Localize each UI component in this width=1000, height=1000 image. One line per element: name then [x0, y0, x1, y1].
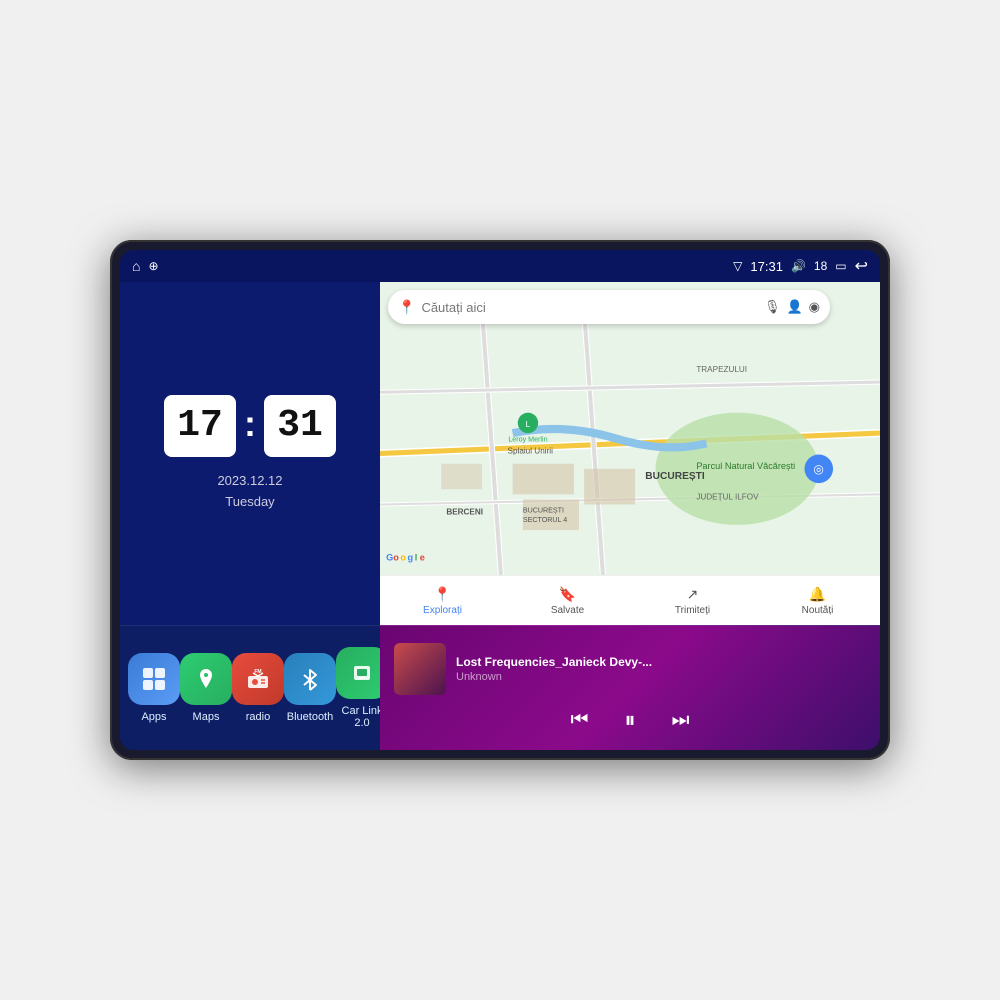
signal-strength: 18 — [814, 259, 827, 273]
svg-text:BUCUREȘTI: BUCUREȘTI — [523, 507, 564, 515]
main-content: 17 : 31 2023.12.12 Tuesday — [120, 282, 880, 750]
radio-icon: FM — [232, 653, 284, 705]
prev-button[interactable]: ⏮ — [564, 708, 594, 732]
share-label: Trimiteți — [675, 605, 710, 616]
music-player: Lost Frequencies_Janieck Devy-... Unknow… — [380, 625, 880, 750]
news-icon: 🔔 — [809, 586, 826, 603]
app-item-apps[interactable]: Apps — [128, 653, 180, 723]
music-info: Lost Frequencies_Janieck Devy-... Unknow… — [456, 655, 866, 683]
back-icon[interactable]: ↩ — [855, 256, 868, 276]
nav-explore[interactable]: 📍 Explorați — [380, 586, 505, 616]
svg-text:JUDEȚUL ILFOV: JUDEȚUL ILFOV — [696, 492, 759, 501]
bluetooth-icon — [284, 653, 336, 705]
clock-minutes: 31 — [264, 395, 336, 457]
map-area[interactable]: BUCUREȘTI JUDEȚUL ILFOV BERCENI TRAPEZUL… — [380, 282, 880, 625]
explore-label: Explorați — [423, 605, 462, 616]
screen: ⌂ ⊕ ▽ 17:31 🔊 18 ▭ ↩ 17 : — [120, 250, 880, 750]
maps-label: Maps — [193, 711, 220, 723]
clock-separator: : — [244, 403, 256, 445]
music-top: Lost Frequencies_Janieck Devy-... Unknow… — [394, 643, 866, 695]
svg-text:G: G — [386, 553, 393, 563]
svg-text:TRAPEZULUI: TRAPEZULUI — [696, 365, 747, 374]
clock-hours: 17 — [164, 395, 236, 457]
svg-text:Parcul Natural Văcărești: Parcul Natural Văcărești — [696, 461, 795, 471]
svg-text:L: L — [526, 420, 531, 429]
album-art-inner — [394, 643, 446, 695]
nav-saved[interactable]: 🔖 Salvate — [505, 586, 630, 616]
svg-text:Leroy Merlin: Leroy Merlin — [508, 435, 547, 443]
status-bar: ⌂ ⊕ ▽ 17:31 🔊 18 ▭ ↩ — [120, 250, 880, 282]
app-item-bluetooth[interactable]: Bluetooth — [284, 653, 336, 723]
news-label: Noutăți — [802, 605, 834, 616]
clock-date-text: 2023.12.12 — [217, 471, 282, 492]
nav-news[interactable]: 🔔 Noutăți — [755, 586, 880, 616]
bluetooth-label: Bluetooth — [287, 711, 333, 723]
album-art — [394, 643, 446, 695]
svg-text:FM: FM — [254, 669, 261, 675]
saved-icon: 🔖 — [559, 586, 576, 603]
left-panel: 17 : 31 2023.12.12 Tuesday — [120, 282, 380, 750]
svg-text:o: o — [400, 553, 406, 563]
volume-icon: 🔊 — [791, 259, 806, 273]
svg-text:l: l — [415, 553, 418, 563]
map-nav-bar: 📍 Explorați 🔖 Salvate ↗ Trimiteți 🔔 — [380, 575, 880, 625]
svg-text:Splaiul Unirii: Splaiul Unirii — [508, 447, 554, 456]
app-item-radio[interactable]: FM radio — [232, 653, 284, 723]
saved-label: Salvate — [551, 605, 584, 616]
radio-label: radio — [246, 711, 270, 723]
clock-display: 17 : 31 — [164, 395, 336, 457]
layers-icon[interactable]: ◉ — [809, 299, 820, 315]
device: ⌂ ⊕ ▽ 17:31 🔊 18 ▭ ↩ 17 : — [110, 240, 890, 760]
location-icon[interactable]: ⊕ — [148, 260, 158, 272]
svg-text:g: g — [408, 553, 414, 563]
clock-date: 2023.12.12 Tuesday — [217, 471, 282, 513]
battery-icon: ▭ — [835, 259, 846, 273]
svg-text:SECTORUL 4: SECTORUL 4 — [523, 516, 567, 524]
clock-day-text: Tuesday — [217, 492, 282, 513]
svg-text:BUCUREȘTI: BUCUREȘTI — [645, 471, 705, 482]
svg-text:◎: ◎ — [813, 462, 824, 476]
nav-share[interactable]: ↗ Trimiteți — [630, 586, 755, 616]
play-pause-button[interactable]: ⏸ — [618, 707, 641, 733]
music-title: Lost Frequencies_Janieck Devy-... — [456, 655, 866, 669]
svg-text:e: e — [420, 553, 425, 563]
account-icon[interactable]: 👤 — [786, 299, 802, 315]
search-placeholder: Căutați aici — [421, 300, 485, 315]
explore-icon: 📍 — [434, 586, 451, 603]
share-icon: ↗ — [687, 586, 699, 603]
music-artist: Unknown — [456, 671, 866, 683]
app-item-maps[interactable]: Maps — [180, 653, 232, 723]
home-icon[interactable]: ⌂ — [132, 259, 140, 273]
signal-icon: ▽ — [733, 259, 742, 273]
apps-label: Apps — [141, 711, 166, 723]
next-button[interactable]: ⏭ — [666, 708, 696, 732]
right-panel: BUCUREȘTI JUDEȚUL ILFOV BERCENI TRAPEZUL… — [380, 282, 880, 750]
svg-text:o: o — [393, 553, 399, 563]
map-search-bar[interactable]: 📍 Căutați aici 🎙 👤 ◉ — [388, 290, 830, 324]
clock-widget: 17 : 31 2023.12.12 Tuesday — [120, 282, 380, 625]
svg-text:BERCENI: BERCENI — [446, 508, 483, 517]
apps-icon — [128, 653, 180, 705]
map-pin-icon: 📍 — [398, 299, 415, 316]
maps-icon — [180, 653, 232, 705]
music-controls: ⏮ ⏸ ⏭ — [394, 707, 866, 733]
mic-icon[interactable]: 🎙 — [764, 299, 781, 315]
apps-dock: Apps Maps — [120, 625, 380, 750]
status-time: 17:31 — [750, 259, 783, 274]
